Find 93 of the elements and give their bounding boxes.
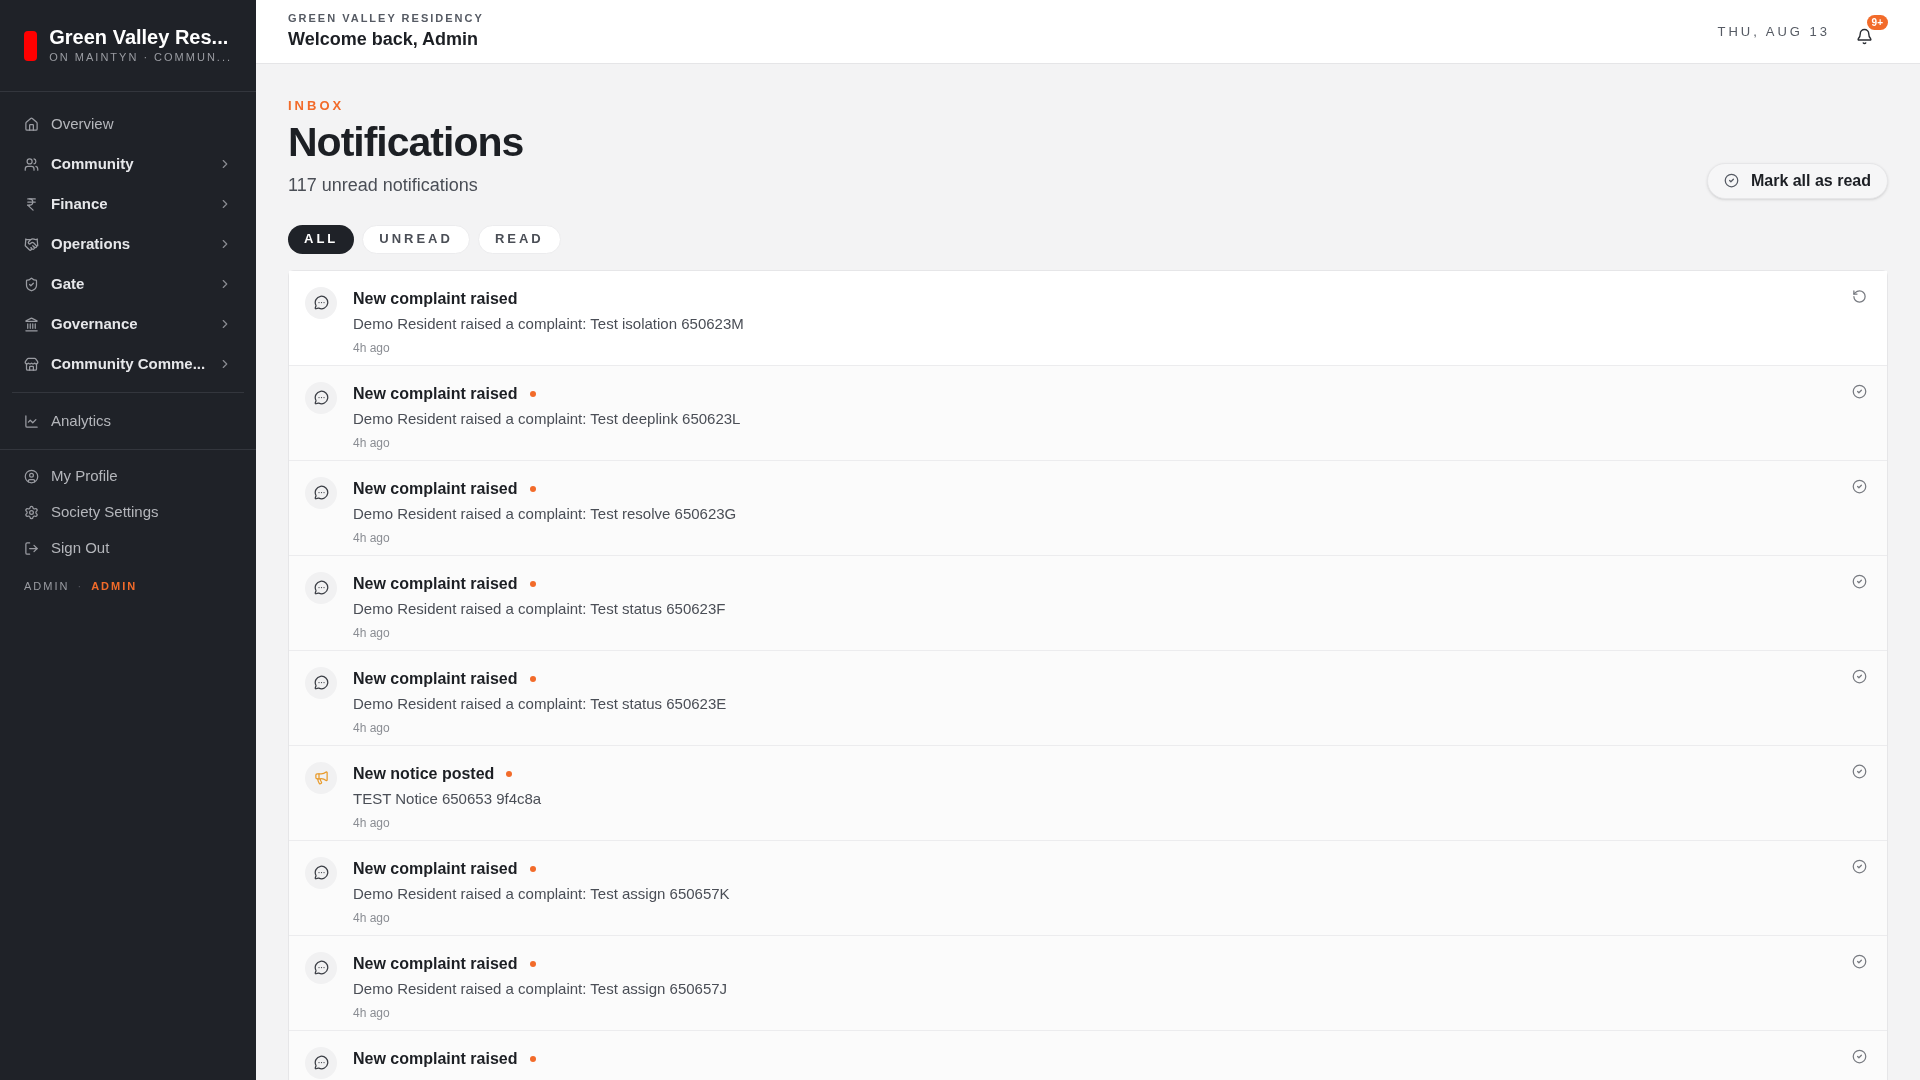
notification-title: New complaint raised — [353, 288, 518, 309]
notification-body: Demo Resident raised a complaint: Test assign 650657K — [353, 883, 731, 904]
notification-row[interactable]: New complaint raised Demo Resident raised a complaint: Test deeplink 650623L 4h ago — [289, 365, 1887, 461]
notification-body: Demo Resident raised a complaint: Test assign 650657J — [353, 978, 729, 999]
check-circle-icon — [1723, 173, 1739, 188]
sidebar-item[interactable]: Community — [12, 144, 244, 184]
chat-icon — [313, 390, 329, 405]
filter-tab[interactable]: UNREAD — [362, 224, 470, 254]
notification-row[interactable]: New complaint raised Demo Resident raised a complaint: Test isolation 650623M 4h ago — [289, 270, 1887, 366]
mark-read-icon[interactable] — [1852, 383, 1867, 399]
notification-row[interactable]: New complaint raised — [289, 1030, 1887, 1080]
megaphone-icon — [313, 770, 329, 785]
notification-title: New complaint raised — [353, 668, 518, 689]
sidebar-item[interactable]: Overview — [12, 104, 244, 144]
mark-all-read-button[interactable]: Mark all as read — [1706, 162, 1888, 199]
notification-body: Demo Resident raised a complaint: Test isolation 650623M — [353, 313, 745, 334]
sidebar-item[interactable]: Governance — [12, 304, 244, 344]
notification-body: Demo Resident raised a complaint: Test status 650623F — [353, 598, 727, 619]
notification-title: New notice posted — [353, 763, 495, 784]
sidebar-item[interactable]: Analytics — [12, 401, 244, 441]
store-icon — [24, 356, 39, 372]
notification-row[interactable]: New complaint raised Demo Resident raised a complaint: Test status 650623E 4h ago — [289, 650, 1887, 746]
mark-read-icon[interactable] — [1852, 763, 1867, 779]
notification-title: New complaint raised — [353, 953, 518, 974]
notification-body: Demo Resident raised a complaint: Test deeplink 650623L — [353, 408, 742, 429]
notification-time: 4h ago — [353, 435, 391, 452]
notification-row[interactable]: New complaint raised Demo Resident raised a complaint: Test status 650623F 4h ago — [289, 555, 1887, 651]
notification-time: 4h ago — [353, 815, 391, 832]
notification-row[interactable]: New notice posted TEST Notice 650653 9f4c8a 4h ago — [289, 745, 1887, 841]
chat-icon — [313, 580, 329, 595]
notification-time: 4h ago — [353, 1005, 391, 1022]
page-subtitle: 117 unread notifications — [288, 173, 479, 197]
building-icon — [24, 316, 39, 332]
notification-time: 4h ago — [353, 720, 391, 737]
mark-read-icon[interactable] — [1852, 573, 1867, 589]
sign-out-icon — [24, 540, 39, 556]
separator-dot: · — [77, 579, 84, 594]
sidebar-item[interactable]: My Profile — [12, 458, 244, 494]
chat-icon — [313, 865, 329, 880]
notification-time: 4h ago — [353, 910, 391, 927]
notification-time: 4h ago — [353, 530, 391, 547]
notification-title: New complaint raised — [353, 1048, 518, 1069]
notification-title: New complaint raised — [353, 383, 518, 404]
section-eyebrow: INBOX — [288, 97, 346, 115]
date-label: THU, AUG 13 — [1717, 22, 1830, 41]
rupee-icon — [24, 196, 39, 212]
notification-title: New complaint raised — [353, 858, 518, 879]
notification-body: Demo Resident raised a complaint: Test resolve 650623G — [353, 503, 738, 524]
shield-icon — [24, 276, 39, 292]
mark-read-icon[interactable] — [1852, 1048, 1867, 1064]
chat-icon — [313, 960, 329, 975]
filter-tab[interactable]: ALL — [288, 224, 355, 254]
notification-row[interactable]: New complaint raised Demo Resident raised a complaint: Test resolve 650623G 4h ago — [289, 460, 1887, 556]
notification-time: 4h ago — [353, 340, 391, 357]
settings-icon — [24, 504, 39, 520]
undo-icon[interactable] — [1852, 288, 1867, 304]
handshake-icon — [24, 236, 39, 252]
mark-read-icon[interactable] — [1852, 858, 1867, 874]
logo-icon — [24, 30, 38, 61]
chat-icon — [313, 295, 329, 310]
mark-read-icon[interactable] — [1852, 668, 1867, 684]
society-name: GREEN VALLEY RESIDENCY — [288, 10, 485, 26]
sidebar-item[interactable]: Sign Out — [12, 530, 244, 566]
sidebar-item[interactable]: Community Comme... — [12, 344, 244, 384]
user-role: ADMIN — [91, 579, 138, 594]
notification-time: 4h ago — [353, 625, 391, 642]
notification-row[interactable]: New complaint raised Demo Resident raised a complaint: Test assign 650657K 4h ago — [289, 840, 1887, 936]
notification-body: Demo Resident raised a complaint: Test status 650623E — [353, 693, 728, 714]
sidebar-item[interactable]: Operations — [12, 224, 244, 264]
user-name: ADMIN — [24, 579, 70, 594]
mark-read-icon[interactable] — [1852, 478, 1867, 494]
brand-name: Green Valley Res... — [49, 25, 230, 50]
people-icon — [24, 156, 39, 172]
notification-row[interactable]: New complaint raised Demo Resident raised a complaint: Test assign 650657J 4h ago — [289, 935, 1887, 1031]
sidebar-item[interactable]: Gate — [12, 264, 244, 304]
brand-tagline: ON MAINTYN · COMMUN... — [49, 50, 232, 66]
home-icon — [24, 116, 39, 132]
mark-read-icon[interactable] — [1852, 953, 1867, 969]
notification-body: TEST Notice 650653 9f4c8a — [353, 788, 543, 809]
greeting: Welcome back, Admin — [288, 28, 480, 52]
notification-title: New complaint raised — [353, 478, 518, 499]
sidebar-item[interactable]: Society Settings — [12, 494, 244, 530]
bell-icon — [1856, 27, 1873, 45]
chart-icon — [24, 413, 39, 429]
notification-title: New complaint raised — [353, 573, 518, 594]
chat-icon — [313, 485, 329, 500]
sidebar-item[interactable]: Finance — [12, 184, 244, 224]
chat-icon — [313, 1055, 329, 1070]
count-badge: 9+ — [1866, 14, 1888, 30]
page-title: Notifications — [288, 117, 524, 167]
chat-icon — [313, 675, 329, 690]
profile-icon — [24, 468, 39, 484]
filter-tab[interactable]: READ — [477, 224, 561, 254]
